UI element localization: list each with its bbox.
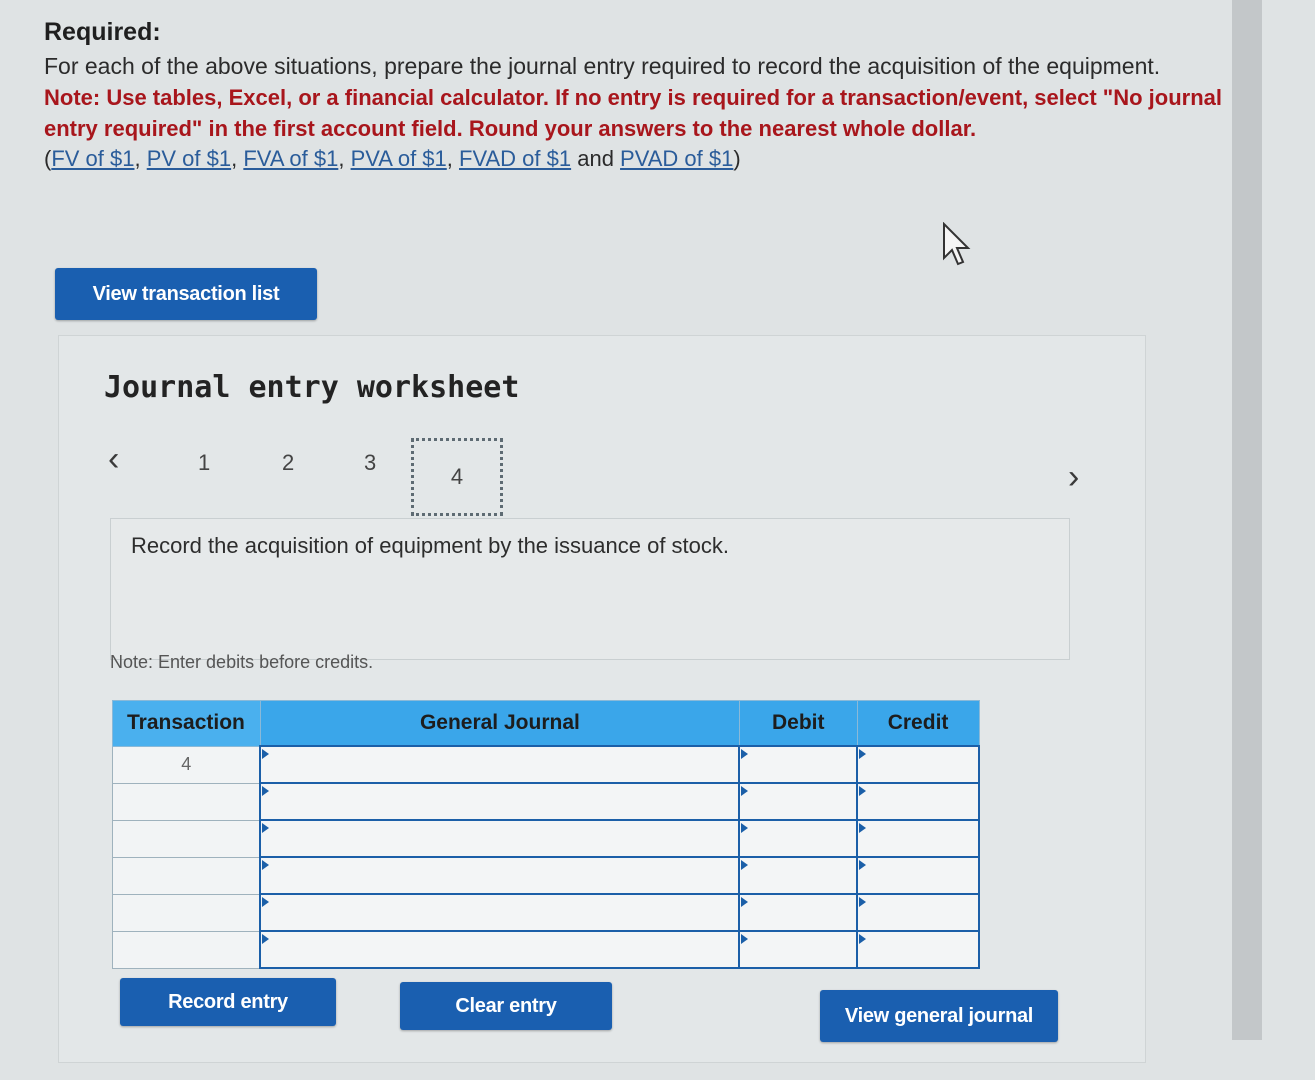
credit-input[interactable]	[856, 930, 980, 969]
transaction-cell	[112, 782, 261, 821]
debit-input[interactable]	[738, 930, 859, 969]
table-row	[112, 782, 980, 821]
table-row	[112, 819, 980, 858]
table-row: 4	[112, 745, 980, 784]
link-fvad[interactable]: FVAD of $1	[459, 146, 571, 171]
account-input[interactable]	[259, 745, 741, 784]
record-entry-button[interactable]: Record entry	[120, 978, 336, 1026]
chevron-left-icon[interactable]: ‹	[108, 440, 119, 479]
credit-input[interactable]	[856, 856, 980, 895]
account-input[interactable]	[259, 893, 741, 932]
credit-input[interactable]	[856, 745, 980, 784]
journal-header-row: Transaction General Journal Debit Credit	[112, 700, 980, 747]
transaction-cell: 4	[112, 745, 261, 784]
page-2[interactable]: 2	[282, 450, 294, 476]
debit-input[interactable]	[738, 782, 859, 821]
account-input[interactable]	[259, 782, 741, 821]
required-instruction: For each of the above situations, prepar…	[44, 53, 1161, 79]
transaction-cell	[112, 819, 261, 858]
debit-input[interactable]	[738, 745, 859, 784]
table-row	[112, 930, 980, 969]
account-input[interactable]	[259, 819, 741, 858]
credit-input[interactable]	[856, 893, 980, 932]
debit-input[interactable]	[738, 856, 859, 895]
link-pv[interactable]: PV of $1	[147, 146, 231, 171]
header-credit: Credit	[856, 700, 980, 747]
account-input[interactable]	[259, 930, 741, 969]
page-current[interactable]: 4	[411, 438, 503, 516]
link-pva[interactable]: PVA of $1	[351, 146, 447, 171]
transaction-description: Record the acquisition of equipment by t…	[131, 533, 730, 558]
debits-note: Note: Enter debits before credits.	[110, 652, 374, 672]
credit-input[interactable]	[856, 819, 980, 858]
transaction-cell	[112, 930, 261, 969]
link-fv[interactable]: FV of $1	[51, 146, 134, 171]
view-transaction-list-button[interactable]: View transaction list	[55, 268, 317, 320]
worksheet-title: Journal entry worksheet	[104, 370, 520, 405]
clear-entry-button[interactable]: Clear entry	[400, 982, 612, 1030]
page-1[interactable]: 1	[198, 450, 210, 476]
header-general-journal: General Journal	[259, 700, 740, 747]
transaction-cell	[112, 856, 261, 895]
journal-table: Transaction General Journal Debit Credit…	[112, 700, 980, 969]
transaction-cell	[112, 893, 261, 932]
scrollbar[interactable]	[1232, 0, 1262, 1040]
table-links: (FV of $1, PV of $1, FVA of $1, PVA of $…	[44, 146, 741, 171]
link-pvad[interactable]: PVAD of $1	[620, 146, 733, 171]
table-row	[112, 893, 980, 932]
debit-input[interactable]	[738, 819, 859, 858]
view-general-journal-button[interactable]: View general journal	[820, 990, 1058, 1042]
account-input[interactable]	[259, 856, 741, 895]
page-3[interactable]: 3	[364, 450, 376, 476]
header-transaction: Transaction	[112, 700, 261, 747]
required-note: Note: Use tables, Excel, or a financial …	[44, 85, 1222, 141]
mouse-pointer-icon	[943, 222, 971, 266]
table-row	[112, 856, 980, 895]
transaction-description-box: Record the acquisition of equipment by t…	[110, 518, 1070, 660]
required-title: Required:	[44, 18, 161, 46]
credit-input[interactable]	[856, 782, 980, 821]
link-fva[interactable]: FVA of $1	[243, 146, 338, 171]
chevron-right-icon[interactable]: ›	[1068, 458, 1079, 497]
debit-input[interactable]	[738, 893, 859, 932]
worksheet-pager: ‹ 1 2 3 4 ›	[108, 438, 1118, 518]
required-section: Required: For each of the above situatio…	[44, 18, 1264, 174]
header-debit: Debit	[738, 700, 858, 747]
